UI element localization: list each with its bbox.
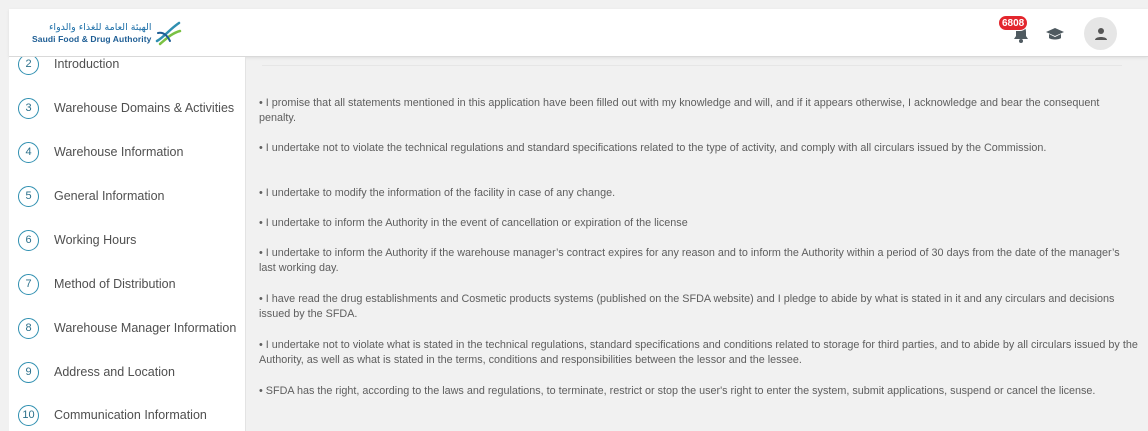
statement-item: • I undertake to modify the information … [259, 187, 616, 199]
top-header: الهيئة العامة للغذاء والدواء Saudi Food … [9, 9, 1148, 57]
step-warehouse-domains[interactable]: 3 Warehouse Domains & Activities [18, 96, 245, 120]
statement-item: • I undertake to inform the Authority if… [259, 247, 1120, 274]
step-number: 4 [18, 141, 39, 163]
step-label: General Information [54, 189, 165, 203]
divider [262, 65, 1122, 66]
step-introduction[interactable]: 2 Introduction [18, 57, 245, 76]
step-number: 8 [18, 317, 39, 339]
step-warehouse-information[interactable]: 4 Warehouse Information [18, 140, 245, 164]
acknowledgement-content: • I promise that all statements mentione… [246, 57, 1148, 431]
step-label: Warehouse Domains & Activities [54, 101, 235, 115]
user-icon [1094, 27, 1107, 40]
step-label: Warehouse Information [54, 145, 184, 159]
step-label: Working Hours [54, 233, 137, 247]
step-label: Communication Information [54, 408, 207, 422]
logo-arabic-text: الهيئة العامة للغذاء والدواء [48, 22, 152, 33]
step-number: 6 [18, 229, 39, 251]
step-number: 10 [18, 404, 39, 426]
sfda-emblem-icon [156, 21, 182, 46]
step-address-and-location[interactable]: 9 Address and Location [18, 360, 245, 384]
statement-item: • I promise that all statements mentione… [259, 97, 1100, 124]
step-label: Method of Distribution [54, 277, 176, 291]
logo-english-text: Saudi Food & Drug Authority [32, 33, 152, 44]
statement-item: • I undertake not to violate what is sta… [259, 339, 1138, 366]
step-label: Address and Location [54, 365, 175, 379]
graduation-cap-icon[interactable] [1045, 27, 1065, 43]
notification-count-badge: 6808 [998, 15, 1029, 31]
step-communication-information[interactable]: 10 Communication Information [18, 403, 245, 427]
statement-item: • I undertake not to violate the technic… [259, 142, 1047, 154]
step-number: 5 [18, 185, 39, 207]
statement-item: • I undertake to inform the Authority in… [259, 217, 688, 229]
step-method-of-distribution[interactable]: 7 Method of Distribution [18, 272, 245, 296]
step-label: Introduction [54, 57, 120, 71]
step-general-information[interactable]: 5 General Information [18, 184, 245, 208]
step-number: 2 [18, 57, 39, 75]
step-number: 7 [18, 273, 39, 295]
user-avatar[interactable] [1084, 17, 1117, 50]
step-label: Warehouse Manager Information [54, 321, 237, 335]
step-warehouse-manager-information[interactable]: 8 Warehouse Manager Information [18, 316, 245, 340]
step-number: 9 [18, 361, 39, 383]
sfda-logo[interactable]: الهيئة العامة للغذاء والدواء Saudi Food … [32, 19, 182, 47]
steps-sidebar: 2 Introduction 3 Warehouse Domains & Act… [9, 57, 246, 431]
step-number: 3 [18, 97, 39, 119]
statement-item: • SFDA has the right, according to the l… [259, 385, 1096, 397]
statement-item: • I have read the drug establishments an… [259, 293, 1115, 320]
step-working-hours[interactable]: 6 Working Hours [18, 228, 245, 252]
